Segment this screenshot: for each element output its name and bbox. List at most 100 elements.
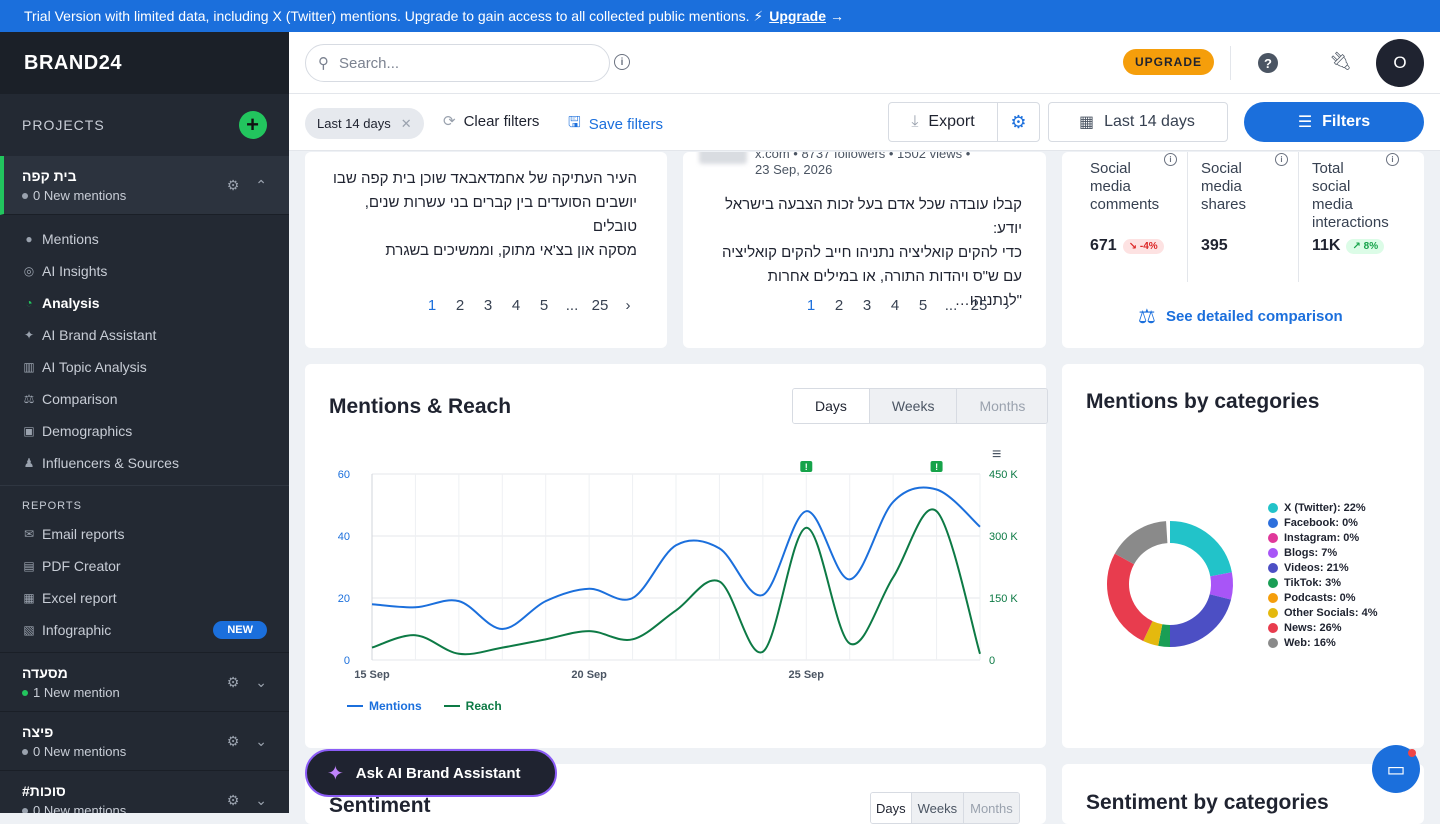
project-item[interactable]: פיצה 0 New mentions ⚙ ⌄ bbox=[0, 712, 289, 771]
nav-icon: ⚖ bbox=[23, 392, 35, 406]
donut-slice[interactable] bbox=[1169, 521, 1232, 577]
page-number[interactable]: 1 bbox=[418, 297, 446, 314]
sidebar-item-mentions[interactable]: ● Mentions bbox=[0, 223, 289, 255]
chevron-right-icon[interactable]: › bbox=[993, 297, 1021, 314]
sidebar-item-infographic[interactable]: ▧ Infographic NEW bbox=[0, 614, 289, 646]
gear-icon[interactable]: ⚙ bbox=[227, 674, 240, 691]
donut-slice[interactable] bbox=[1143, 620, 1163, 646]
sidebar-item-comparison[interactable]: ⚖ Comparison bbox=[0, 383, 289, 415]
category-legend-item[interactable]: Facebook: 0% bbox=[1268, 515, 1378, 530]
tab-months[interactable]: Months bbox=[963, 793, 1019, 823]
post-line: מסקה און בצ'אי מתוק, וממשיכים בשגרת bbox=[385, 242, 637, 259]
page-number[interactable]: 2 bbox=[446, 297, 474, 314]
page-number[interactable]: 3 bbox=[474, 297, 502, 314]
sidebar-item-influencers-sources[interactable]: ♟ Influencers & Sources bbox=[0, 447, 289, 479]
donut-slice[interactable] bbox=[1209, 572, 1233, 600]
donut-slice[interactable] bbox=[1114, 521, 1168, 565]
date-filter-chip[interactable]: Last 14 days ✕ bbox=[305, 108, 424, 139]
help-icon[interactable]: ? bbox=[1258, 53, 1278, 73]
sidebar-item-label: Demographics bbox=[42, 423, 133, 439]
save-filters-button[interactable]: 🖫 Save filters bbox=[568, 112, 663, 137]
sidebar-item-pdf-creator[interactable]: ▤ PDF Creator bbox=[0, 550, 289, 582]
page-number[interactable]: 25 bbox=[586, 297, 614, 314]
sidebar-item-ai-brand-assistant[interactable]: ✦ AI Brand Assistant bbox=[0, 319, 289, 351]
popular-post-card: x.com • 8737 followers • 1502 views • 23… bbox=[683, 152, 1046, 348]
page-number[interactable]: 2 bbox=[825, 297, 853, 314]
tab-days[interactable]: Days bbox=[871, 793, 911, 823]
avatar[interactable]: O bbox=[1376, 39, 1424, 87]
chevron-down-icon[interactable]: ⌄ bbox=[255, 674, 267, 691]
project-item[interactable]: מסעדה 1 New mention ⚙ ⌄ bbox=[0, 653, 289, 712]
page-number[interactable]: 5 bbox=[530, 297, 558, 314]
export-button[interactable]: ⤓ Export bbox=[888, 102, 998, 142]
sidebar-item-label: Email reports bbox=[42, 526, 125, 542]
project-item[interactable]: #סוכות 0 New mentions ⚙ ⌄ bbox=[0, 771, 289, 813]
donut-slice[interactable] bbox=[1169, 593, 1232, 647]
filters-button[interactable]: ☰ Filters bbox=[1244, 102, 1424, 142]
chevron-down-icon[interactable]: ⌄ bbox=[255, 733, 267, 750]
gear-icon[interactable]: ⚙ bbox=[227, 733, 240, 750]
page-number[interactable]: 1 bbox=[797, 297, 825, 314]
chat-button[interactable]: ▭ bbox=[1372, 745, 1420, 793]
status-dot bbox=[22, 749, 28, 756]
info-icon[interactable]: i bbox=[614, 54, 630, 70]
page-number[interactable]: 4 bbox=[502, 297, 530, 314]
tab-days[interactable]: Days bbox=[793, 389, 869, 423]
page-number[interactable]: 5 bbox=[909, 297, 937, 314]
sidebar-item-ai-topic-analysis[interactable]: ▥ AI Topic Analysis bbox=[0, 351, 289, 383]
sidebar-item-analysis[interactable]: ◔ Analysis bbox=[0, 287, 289, 319]
project-active[interactable]: בית קפה 0 New mentions ⚙ ⌃ bbox=[0, 156, 289, 215]
category-legend-item[interactable]: Other Socials: 4% bbox=[1268, 605, 1378, 620]
post-line: העיר העתיקה של אחמדאבאד שוכן בית קפה שבו bbox=[333, 170, 637, 187]
page-number[interactable]: ... bbox=[937, 297, 965, 314]
tab-months[interactable]: Months bbox=[956, 389, 1048, 423]
info-icon[interactable]: i bbox=[1386, 153, 1399, 166]
y-tick-label-right: 450 K bbox=[989, 469, 1018, 481]
page-number[interactable]: ... bbox=[558, 297, 586, 314]
page-number[interactable]: 3 bbox=[853, 297, 881, 314]
project-name: מסעדה bbox=[22, 664, 68, 681]
donut-slice[interactable] bbox=[1107, 553, 1154, 642]
category-legend-item[interactable]: TikTok: 3% bbox=[1268, 575, 1378, 590]
category-legend-item[interactable]: News: 26% bbox=[1268, 620, 1378, 635]
category-legend-item[interactable]: Podcasts: 0% bbox=[1268, 590, 1378, 605]
sidebar-item-excel-report[interactable]: ▦ Excel report bbox=[0, 582, 289, 614]
chevron-down-icon[interactable]: ⌄ bbox=[255, 792, 267, 809]
close-icon[interactable]: ✕ bbox=[401, 116, 412, 132]
category-legend-item[interactable]: Blogs: 7% bbox=[1268, 545, 1378, 560]
page-number[interactable]: 25 bbox=[965, 297, 993, 314]
tab-weeks[interactable]: Weeks bbox=[910, 793, 964, 823]
category-legend-item[interactable]: Instagram: 0% bbox=[1268, 530, 1378, 545]
add-project-button[interactable]: + bbox=[239, 111, 267, 139]
info-icon[interactable]: i bbox=[1275, 153, 1288, 166]
date-range-button[interactable]: ▦ Last 14 days bbox=[1048, 102, 1228, 142]
tab-weeks[interactable]: Weeks bbox=[868, 389, 957, 423]
chevron-right-icon[interactable]: › bbox=[614, 297, 642, 314]
legend-mentions[interactable]: Mentions bbox=[347, 699, 422, 713]
gear-icon[interactable]: ⚙ bbox=[227, 177, 240, 194]
clear-filters-button[interactable]: ⟳ Clear filters bbox=[443, 112, 539, 131]
brand-logo[interactable]: BRAND24 bbox=[0, 32, 289, 94]
sidebar-item-ai-insights[interactable]: ◎ AI Insights bbox=[0, 255, 289, 287]
category-legend-item[interactable]: Videos: 21% bbox=[1268, 560, 1378, 575]
legend-label: Reach bbox=[465, 699, 502, 713]
search-input[interactable]: ⚲ Search... bbox=[305, 44, 610, 82]
info-icon[interactable]: i bbox=[1164, 153, 1177, 166]
sidebar-item-email-reports[interactable]: ✉ Email reports bbox=[0, 518, 289, 550]
chevron-up-icon[interactable]: ⌃ bbox=[255, 177, 267, 194]
see-comparison-link[interactable]: ⚖ See detailed comparison bbox=[1138, 304, 1343, 329]
donut-slice[interactable] bbox=[1158, 624, 1171, 647]
category-legend-item[interactable]: X (Twitter): 22% bbox=[1268, 500, 1378, 515]
sidebar-item-demographics[interactable]: ▣ Demographics bbox=[0, 415, 289, 447]
ask-ai-assistant-button[interactable]: ✦ Ask AI Brand Assistant bbox=[305, 749, 557, 797]
gear-icon[interactable]: ⚙ bbox=[227, 792, 240, 809]
page-number[interactable]: 4 bbox=[881, 297, 909, 314]
upgrade-link[interactable]: Upgrade bbox=[769, 8, 826, 24]
category-legend-item[interactable]: Web: 16% bbox=[1268, 635, 1378, 650]
sidebar-item-label: Infographic bbox=[42, 622, 112, 638]
upgrade-button[interactable]: UPGRADE bbox=[1123, 49, 1215, 75]
legend-reach[interactable]: Reach bbox=[443, 699, 502, 713]
nav-list: ● Mentions ◎ AI Insights ◔ Analysis ✦ AI Brand … bbox=[0, 215, 289, 479]
plug-icon[interactable]: 🔌︎ bbox=[1329, 51, 1352, 72]
settings-button[interactable]: ⚙ bbox=[997, 102, 1040, 142]
